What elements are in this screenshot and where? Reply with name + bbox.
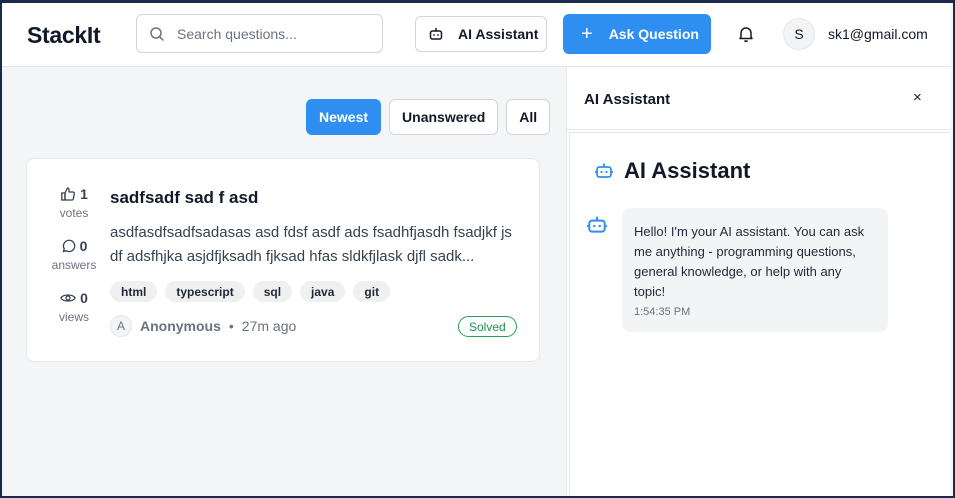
votes-label: votes [59, 206, 89, 220]
tag-typescript[interactable]: typescript [165, 281, 245, 302]
filter-unanswered[interactable]: Unanswered [389, 99, 499, 135]
ai-message-bubble: Hello! I'm your AI assistant. You can as… [622, 208, 888, 332]
search-box[interactable] [136, 14, 383, 53]
meta-separator: • [228, 318, 234, 334]
eye-icon [60, 294, 76, 302]
comment-icon [62, 239, 75, 252]
tag-java[interactable]: java [300, 281, 346, 302]
tag-sql[interactable]: sql [252, 281, 293, 302]
views-label: views [58, 310, 89, 324]
question-time: 27m ago [241, 318, 297, 334]
bot-avatar-icon [587, 216, 607, 233]
bot-icon [595, 163, 613, 178]
filter-all[interactable]: All [506, 99, 551, 135]
ai-assistant-panel: AI Assistant × AI Assistant Hello! I'm y… [566, 67, 951, 496]
answers-count: 0 [79, 238, 88, 254]
app-logo[interactable]: StackIt [27, 22, 101, 49]
bell-icon[interactable] [737, 25, 755, 43]
question-tags: html typescript sql java git [110, 281, 391, 302]
user-avatar[interactable]: S [783, 18, 815, 50]
status-badge: Solved [458, 316, 517, 337]
author-name: Anonymous [140, 318, 221, 334]
answers-label: answers [51, 258, 97, 272]
top-header: StackIt AI Assistant + Ask Question S sk… [2, 3, 951, 67]
ai-message-text: Hello! I'm your AI assistant. You can as… [634, 224, 865, 299]
question-excerpt: asdfasdfsadfsadasas asd fdsf asdf ads fs… [110, 224, 512, 265]
ai-assistant-button-label: AI Assistant [458, 26, 539, 42]
ai-message-time: 1:54:35 PM [634, 306, 691, 318]
question-card[interactable]: 1 votes 0 answers 0 views sadfsadf sad f… [26, 158, 540, 362]
chat-heading-text: AI Assistant [624, 158, 751, 183]
ask-question-button[interactable]: + Ask Question [563, 14, 711, 54]
user-email[interactable]: sk1@gmail.com [828, 26, 928, 42]
ai-assistant-button[interactable]: AI Assistant [415, 16, 547, 52]
question-author: A Anonymous • 27m ago [110, 315, 296, 337]
tag-git[interactable]: git [353, 281, 391, 302]
chat-heading: AI Assistant [594, 158, 750, 184]
answers-stat: 0 answers [49, 238, 99, 272]
views-count: 0 [80, 290, 88, 306]
ask-question-button-label: Ask Question [608, 26, 699, 42]
question-title[interactable]: sadfsadf sad f asd [110, 188, 258, 208]
search-icon [150, 27, 164, 41]
chat-area: AI Assistant Hello! I'm your AI assistan… [569, 132, 950, 496]
question-filters: Newest Unanswered All [306, 99, 551, 135]
views-stat: 0 views [49, 290, 99, 324]
search-input[interactable] [177, 15, 377, 52]
tag-html[interactable]: html [110, 281, 158, 302]
close-icon[interactable]: × [913, 89, 922, 106]
votes-stat: 1 votes [49, 186, 99, 220]
bot-icon [429, 28, 443, 40]
filter-newest[interactable]: Newest [306, 99, 382, 135]
thumbs-up-icon[interactable] [60, 186, 76, 202]
panel-header: AI Assistant × [567, 67, 951, 130]
votes-count: 1 [80, 186, 88, 202]
panel-title: AI Assistant [584, 91, 671, 108]
plus-icon: + [581, 23, 593, 45]
author-avatar: A [110, 315, 132, 337]
